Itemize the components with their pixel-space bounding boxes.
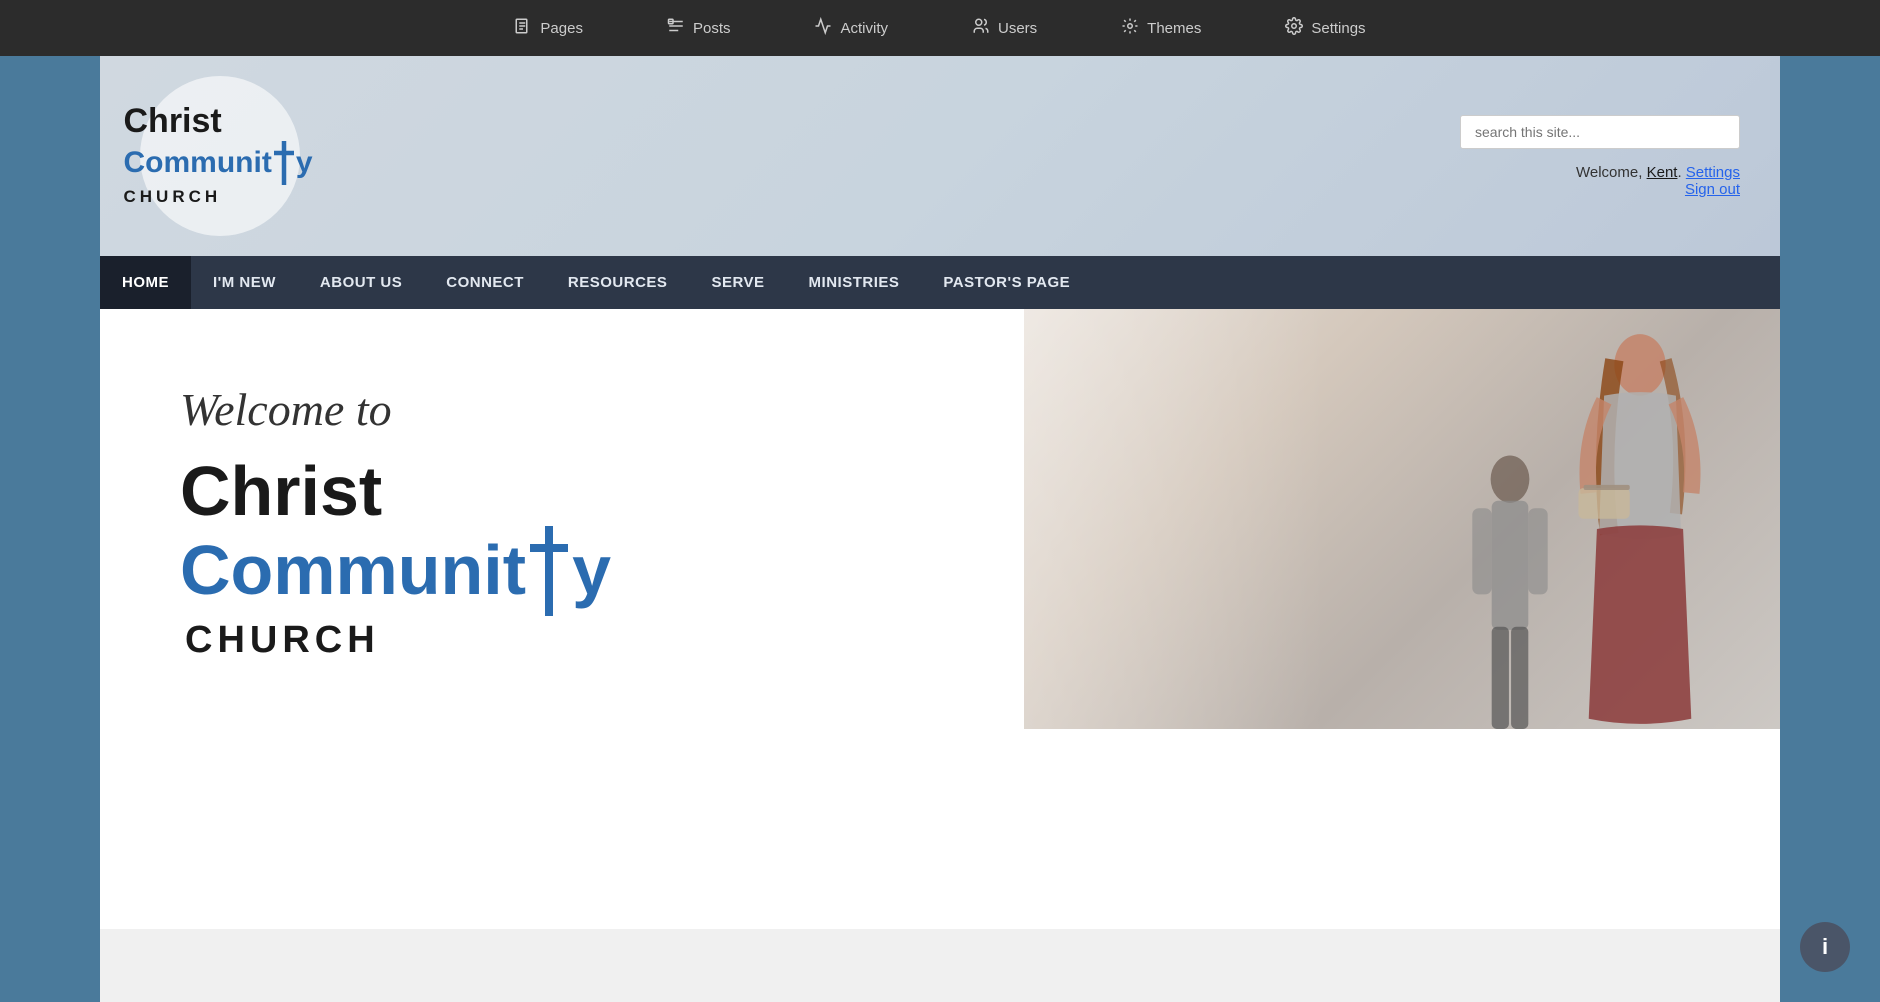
main-content: Welcome to Christ Communit y CHURCH [100,309,1780,929]
nav-pastors-page[interactable]: PASTOR'S PAGE [921,256,1092,309]
admin-users[interactable]: Users [960,11,1049,46]
big-logo: Christ Communit y CHURCH [180,456,611,665]
logo-christ: Christ [124,103,222,140]
info-button[interactable]: i [1800,922,1850,972]
activity-icon [814,17,832,40]
logo-content: Christ Communit y CHURCH [114,93,327,218]
themes-icon [1121,17,1139,40]
users-icon [972,17,990,40]
info-icon: i [1822,934,1828,960]
big-logo-community-row: Communit y [180,526,611,616]
main-nav: HOME I'M NEW ABOUT US CONNECT RESOURCES … [100,256,1780,309]
welcome-to: Welcome to [180,383,392,436]
users-label: Users [998,20,1037,37]
username-link[interactable]: Kent [1647,164,1678,181]
logo-community-row: Communit y [124,141,313,185]
settings-label: Settings [1311,20,1365,37]
admin-pages[interactable]: Pages [502,11,595,46]
big-logo-church: CHURCH [180,616,611,665]
admin-posts[interactable]: Posts [655,11,743,46]
user-info: Welcome, Kent. Settings Sign out [1576,164,1740,198]
logo-area: Christ Communit y CHURCH [140,76,300,236]
nav-connect[interactable]: CONNECT [424,256,546,309]
nav-about-us[interactable]: ABOUT US [298,256,424,309]
logo-cross-svg [273,141,295,185]
admin-themes[interactable]: Themes [1109,11,1213,46]
pages-label: Pages [540,20,583,37]
nav-serve[interactable]: SERVE [689,256,786,309]
nav-resources[interactable]: RESOURCES [546,256,690,309]
nav-ministries[interactable]: MINISTRIES [787,256,922,309]
posts-icon [667,17,685,40]
person1-silhouette [1460,449,1560,729]
header-right: Welcome, Kent. Settings Sign out [1460,115,1740,198]
logo-text-lines: Christ Communit y CHURCH [124,103,313,208]
admin-activity[interactable]: Activity [802,11,900,46]
settings-icon [1285,17,1303,40]
welcome-photo [1024,309,1780,729]
logo-community-y: y [296,148,313,178]
activity-label: Activity [840,20,888,37]
pages-icon [514,17,532,40]
search-input[interactable] [1460,115,1740,149]
signout-link[interactable]: Sign out [1685,181,1740,198]
themes-label: Themes [1147,20,1201,37]
logo-community-text: Communit [124,148,272,178]
header-settings-link[interactable]: Settings [1686,164,1740,181]
site-wrapper: Christ Communit y CHURCH [100,56,1780,1002]
welcome-text-area: Welcome to Christ Communit y CHURCH [100,309,1024,729]
nav-im-new[interactable]: I'M NEW [191,256,298,309]
welcome-section: Welcome to Christ Communit y CHURCH [100,309,1780,729]
big-community-y: y [572,532,611,609]
nav-home[interactable]: HOME [100,256,191,309]
big-cross-svg [528,526,570,616]
big-logo-christ: Christ [180,456,611,526]
posts-label: Posts [693,20,731,37]
logo-circle: Christ Communit y CHURCH [140,76,300,236]
site-header: Christ Communit y CHURCH [100,56,1780,256]
person2-silhouette [1550,329,1730,729]
admin-settings[interactable]: Settings [1273,11,1377,46]
logo-church: CHURCH [124,185,222,209]
welcome-text: Welcome, [1576,164,1642,181]
admin-bar: Pages Posts Activity Users [0,0,1880,56]
big-community-text: Communit [180,532,526,609]
